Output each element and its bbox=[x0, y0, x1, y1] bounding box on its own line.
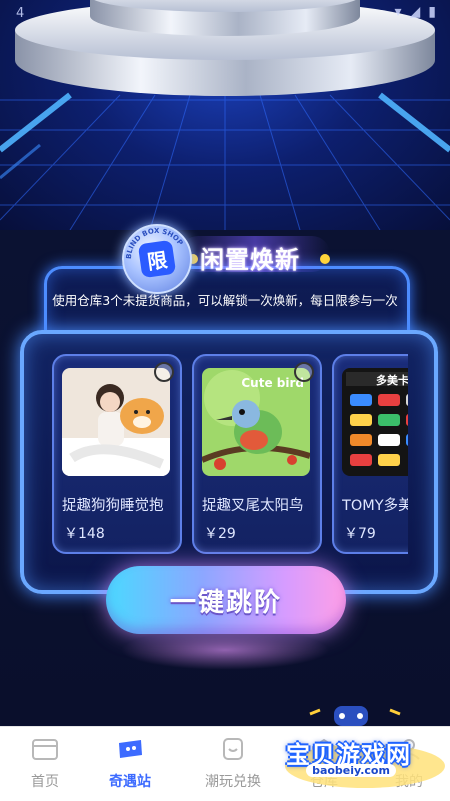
product-image-caption: 多美卡黑 bbox=[376, 374, 408, 387]
badge-char: 限 bbox=[137, 239, 177, 279]
tab-label: 首页 bbox=[31, 774, 59, 790]
product-price: ￥148 bbox=[64, 526, 105, 542]
product-price: ￥29 bbox=[204, 526, 236, 542]
limited-badge: BLIND BOX SHOP 限 bbox=[122, 224, 192, 294]
product-list[interactable]: 捉趣狗狗睡觉抱 ￥148 Cute bird 捉趣叉尾太阳鸟 ￥29 多美卡 T… bbox=[48, 354, 408, 554]
product-name: 捉趣狗狗睡觉抱 bbox=[62, 498, 164, 514]
select-checkbox[interactable] bbox=[294, 362, 314, 382]
tab-exchange[interactable]: 潮玩兑换 bbox=[188, 727, 278, 801]
tab-home[interactable]: 首页 bbox=[0, 727, 90, 801]
sparkle-icon bbox=[320, 254, 330, 264]
wifi-icon: ▾ bbox=[394, 4, 402, 20]
status-time: 4 bbox=[16, 6, 25, 21]
product-image bbox=[62, 368, 170, 476]
box-icon bbox=[32, 739, 58, 760]
ticket-icon bbox=[119, 740, 142, 758]
tab-label: 奇遇站 bbox=[109, 774, 151, 790]
product-image-caption: Cute bird bbox=[241, 376, 304, 390]
product-card[interactable]: Cute bird 捉趣叉尾太阳鸟 ￥29 bbox=[192, 354, 322, 554]
cta-glow bbox=[120, 630, 330, 670]
product-image: 多美卡黑 bbox=[342, 368, 408, 476]
subtitle: 使用仓库3个未提货商品，可以解锁一次焕新，每日限参与一次 bbox=[52, 293, 398, 308]
tab-label: 潮玩兑换 bbox=[205, 774, 261, 790]
watermark-url: baobeiy.com bbox=[306, 764, 396, 777]
stage-graphic bbox=[0, 0, 450, 230]
select-checkbox[interactable] bbox=[154, 362, 174, 382]
battery-icon: ▮ bbox=[428, 4, 436, 20]
product-card[interactable]: 捉趣狗狗睡觉抱 ￥148 bbox=[52, 354, 182, 554]
product-name: 捉趣叉尾太阳鸟 bbox=[202, 498, 304, 514]
upgrade-button[interactable]: 一键跳阶 bbox=[106, 566, 346, 634]
product-price: ￥79 bbox=[344, 526, 376, 542]
stage-banner: 4 ▾ ◢ ▮ bbox=[0, 0, 450, 230]
product-image: Cute bird bbox=[202, 368, 310, 476]
exchange-icon bbox=[223, 738, 243, 760]
tab-adventure[interactable]: 奇遇站 bbox=[85, 727, 175, 801]
signal-icon: ◢ bbox=[409, 4, 421, 20]
product-name: TOMY多美 bbox=[342, 498, 408, 514]
product-card[interactable]: 多美卡黑 TOMY多美 ￥79 bbox=[332, 354, 408, 554]
status-bar: 4 ▾ ◢ ▮ bbox=[0, 0, 450, 28]
page-title: 闲置焕新 bbox=[200, 246, 300, 274]
